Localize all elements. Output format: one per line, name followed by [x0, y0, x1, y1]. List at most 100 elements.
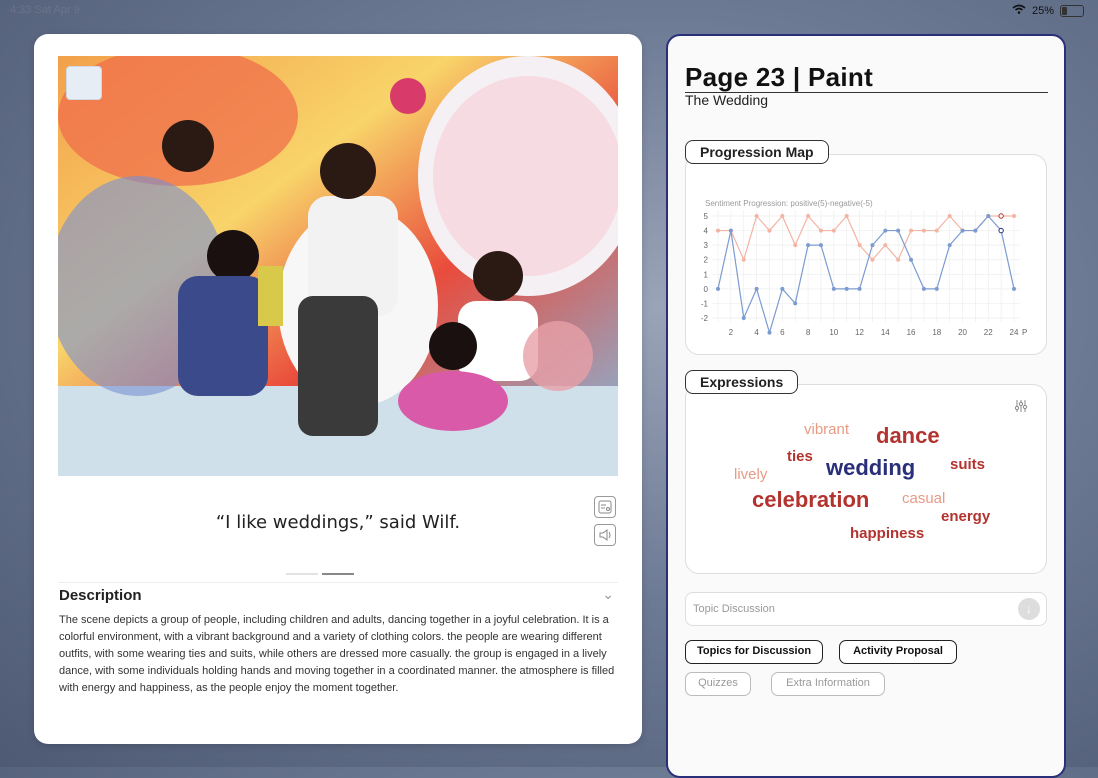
word-dance: dance	[876, 423, 940, 448]
data-point	[741, 257, 746, 262]
data-point	[921, 286, 926, 291]
status-bar: 4:33 Sat Apr 9 25%	[0, 0, 1098, 22]
data-point	[909, 228, 914, 233]
data-point	[934, 228, 939, 233]
topics-for-discussion-button[interactable]: Topics for Discussion	[685, 640, 823, 664]
analysis-panel: Page 23 | Paint The Wedding Sentiment Pr…	[666, 34, 1066, 778]
image-text-icon[interactable]	[594, 496, 616, 518]
word-energy: energy	[941, 508, 991, 525]
data-point	[947, 243, 952, 248]
data-point	[973, 228, 978, 233]
y-tick-label: 1	[704, 270, 709, 279]
x-tick-label: 12	[855, 328, 864, 337]
download-icon[interactable]: ↓	[1018, 598, 1040, 620]
y-tick-label: 2	[704, 256, 709, 265]
page-dot[interactable]	[286, 573, 318, 575]
data-point	[870, 243, 875, 248]
data-point	[806, 214, 811, 218]
x-tick-label: 10	[829, 328, 838, 337]
data-point	[780, 214, 785, 218]
page-caption: “I like weddings,” said Wilf.	[215, 512, 461, 533]
wifi-icon	[1012, 4, 1026, 17]
word-celebration: celebration	[752, 487, 870, 512]
word-suits: suits	[950, 456, 986, 473]
y-tick-label: 4	[704, 227, 709, 236]
data-point	[921, 228, 926, 233]
data-point	[883, 228, 888, 233]
data-point	[1012, 214, 1016, 218]
x-tick-label: 14	[881, 328, 890, 337]
page-title: Page 23 | Paint	[685, 62, 874, 92]
page-thumbnail-toggle[interactable]	[66, 66, 102, 100]
description-text: The scene depicts a group of people, inc…	[59, 614, 615, 694]
data-point	[986, 214, 991, 218]
status-date: Sat Apr 9	[34, 4, 80, 16]
data-point	[883, 243, 888, 248]
word-happiness: happiness	[850, 525, 925, 542]
battery-percent: 25%	[1031, 4, 1054, 17]
story-illustration[interactable]	[58, 56, 618, 476]
data-point	[844, 214, 849, 218]
topic-discussion-input[interactable]: Topic Discussion ↓	[685, 592, 1047, 626]
page-indicator	[286, 573, 354, 575]
x-tick-label: 20	[958, 328, 967, 337]
data-point	[857, 243, 862, 248]
data-point	[947, 214, 952, 218]
y-tick-label: -2	[701, 314, 709, 323]
word-ties: ties	[787, 448, 813, 465]
story-page-card: “I like weddings,” said Wilf. Descriptio…	[34, 34, 642, 744]
data-point	[806, 243, 811, 248]
expressions-box: vibrant dance ties suits lively wedding celebr…	[685, 384, 1047, 574]
sliders-icon[interactable]	[1014, 399, 1028, 416]
x-tick-label: 24	[1010, 328, 1019, 337]
data-point	[793, 301, 798, 306]
x-tick-label: 8	[806, 328, 811, 337]
data-point	[1012, 286, 1016, 291]
data-point	[934, 286, 939, 291]
y-tick-label: 0	[704, 285, 709, 294]
chevron-down-icon[interactable]: ⌄	[602, 586, 614, 603]
divider	[58, 582, 618, 583]
sentiment-chart: -2-10123452 4 6 8 10 12 14 16 18 20 22 24 P	[701, 210, 1027, 337]
y-tick-label: 5	[704, 212, 709, 221]
data-point	[857, 286, 862, 291]
data-point	[831, 286, 836, 291]
activity-proposal-button[interactable]: Activity Proposal	[839, 640, 957, 664]
x-tick-label: 22	[984, 328, 993, 337]
data-point	[741, 316, 746, 320]
page-dot-active[interactable]	[322, 573, 354, 575]
y-tick-label: -1	[701, 299, 709, 308]
x-tick-label: 18	[932, 328, 941, 337]
data-point	[909, 257, 914, 262]
data-point	[896, 228, 901, 233]
x-axis-label: P	[1022, 328, 1027, 337]
page-subtitle: The Wedding	[685, 92, 769, 108]
x-tick-label: 16	[907, 328, 916, 337]
data-point	[716, 286, 720, 291]
quizzes-button[interactable]: Quizzes	[685, 672, 751, 696]
word-casual: casual	[902, 490, 946, 507]
x-tick-label: 2	[729, 328, 734, 337]
data-point	[896, 257, 901, 262]
data-point	[831, 228, 836, 233]
topic-discussion-placeholder: Topic Discussion	[693, 603, 775, 615]
word-vibrant: vibrant	[804, 421, 850, 438]
speaker-icon[interactable]	[594, 524, 616, 546]
extra-information-button[interactable]: Extra Information	[771, 672, 885, 696]
status-right: 25%	[1012, 4, 1084, 17]
progression-map-label: Progression Map	[685, 140, 829, 164]
data-point	[844, 286, 849, 291]
data-point	[780, 286, 785, 291]
status-time-date: 4:33 Sat Apr 9	[10, 4, 80, 16]
x-tick-label: 4	[754, 328, 759, 337]
word-lively: lively	[734, 466, 768, 483]
data-point	[998, 213, 1004, 219]
data-point	[767, 228, 772, 233]
word-wedding: wedding	[826, 455, 916, 480]
data-point	[960, 228, 965, 233]
expressions-label: Expressions	[685, 370, 799, 394]
data-point	[728, 228, 733, 233]
data-point	[793, 243, 798, 248]
data-point	[998, 227, 1004, 234]
series-line	[718, 214, 1014, 262]
